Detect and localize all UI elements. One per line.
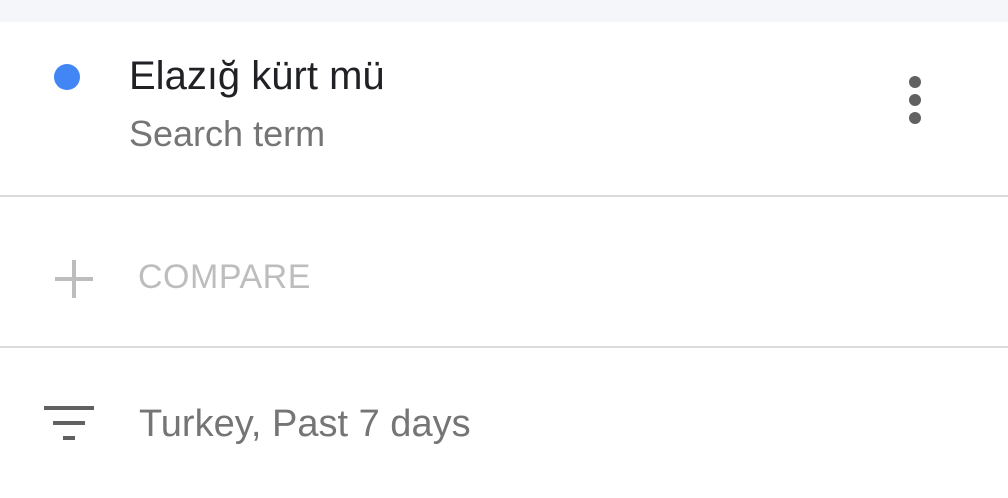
compare-button[interactable]: COMPARE: [0, 197, 1008, 346]
filter-summary: Turkey, Past 7 days: [139, 403, 471, 445]
plus-icon: [55, 260, 93, 298]
search-term-title: Elazığ kürt mü: [129, 54, 385, 98]
top-strip: [0, 0, 1008, 22]
filter-icon: [44, 406, 94, 440]
search-term-type: Search term: [129, 113, 326, 154]
compare-label: COMPARE: [138, 258, 311, 296]
filter-settings-row[interactable]: Turkey, Past 7 days: [0, 348, 1008, 498]
more-options-button[interactable]: [890, 68, 940, 138]
search-term-row[interactable]: Elazığ kürt mü Search term: [0, 22, 1008, 195]
series-color-dot: [54, 64, 80, 90]
more-vert-icon: [909, 76, 921, 124]
trends-explore-panel: Elazığ kürt mü Search term COMPARE Turke…: [0, 0, 1008, 498]
